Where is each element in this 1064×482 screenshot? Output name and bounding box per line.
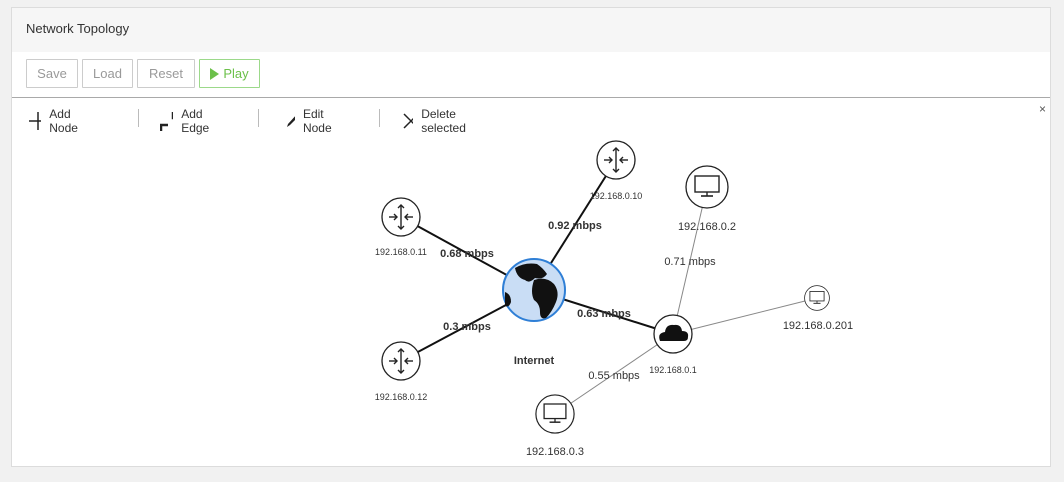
pc-node-2[interactable] — [685, 165, 729, 209]
edge-label-internet-router-10: 0.92 mbps — [548, 220, 602, 232]
pc-label-2: 192.168.0.2 — [678, 221, 736, 233]
router-node-11[interactable] — [381, 197, 421, 237]
router-label-11: 192.168.0.11 — [375, 247, 427, 257]
router-label-12: 192.168.0.12 — [375, 392, 428, 402]
edge-label-internet-router-11: 0.68 mbps — [440, 248, 494, 260]
router-icon — [381, 197, 421, 237]
edge-label-cloud-pc-3: 0.55 mbps — [588, 370, 640, 382]
pc-label-201: 192.168.0.201 — [783, 320, 853, 332]
pc-label-3: 192.168.0.3 — [526, 446, 584, 458]
monitor-icon — [804, 285, 830, 311]
router-node-12[interactable] — [381, 341, 421, 381]
monitor-icon — [685, 165, 729, 209]
cloud-label: 192.168.0.1 — [649, 365, 697, 375]
pc-node-201[interactable] — [804, 285, 830, 311]
monitor-icon — [535, 394, 575, 434]
pc-node-3[interactable] — [535, 394, 575, 434]
cloud-node[interactable] — [653, 314, 693, 354]
edge-label-internet-cloud: 0.63 mbps — [577, 308, 631, 320]
router-node-10[interactable] — [596, 140, 636, 180]
edge-label-cloud-pc-2: 0.71 mbps — [664, 256, 716, 268]
router-icon — [596, 140, 636, 180]
internet-globe-node[interactable] — [502, 258, 566, 322]
topology-canvas[interactable]: 0.92 mbps 0.68 mbps 0.3 mbps 0.63 mbps 0… — [0, 0, 1064, 482]
router-label-10: 192.168.0.10 — [590, 191, 643, 201]
router-icon — [381, 341, 421, 381]
edge-label-internet-router-12: 0.3 mbps — [443, 321, 491, 333]
internet-label: Internet — [514, 355, 555, 367]
